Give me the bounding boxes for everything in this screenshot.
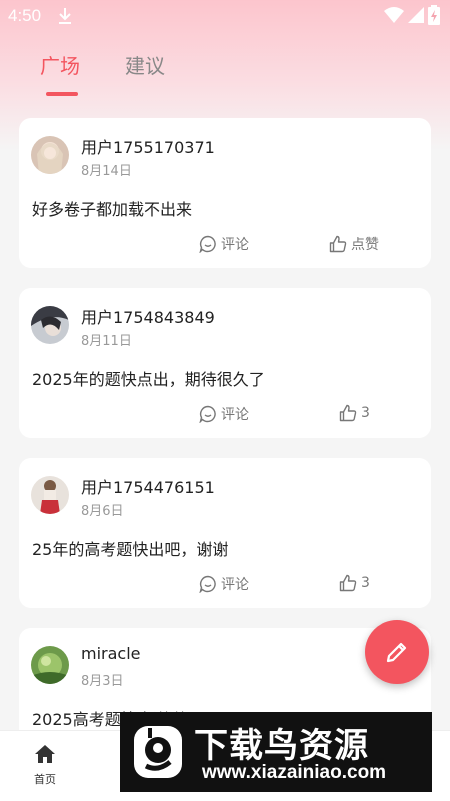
comment-button[interactable]: 评论 xyxy=(199,404,249,424)
tab-active-indicator xyxy=(46,92,78,96)
comment-icon xyxy=(199,235,216,253)
post-card[interactable]: 用户1755170371 8月14日 好多卷子都加载不出来 评论 点赞 xyxy=(19,118,431,268)
avatar[interactable] xyxy=(31,646,69,684)
like-button[interactable]: 3 xyxy=(339,574,370,592)
post-date: 8月14日 xyxy=(81,164,132,179)
comment-label: 评论 xyxy=(221,237,249,253)
post-username[interactable]: 用户1755170371 xyxy=(81,134,215,158)
post-card[interactable]: 用户1754476151 8月6日 25年的高考题快出吧，谢谢 评论 3 xyxy=(19,458,431,608)
watermark-url: www.xiazainiao.com xyxy=(202,762,387,783)
signal-icon xyxy=(408,7,424,23)
wifi-icon xyxy=(384,7,404,23)
watermark-banner: 下载鸟资源 www.xiazainiao.com xyxy=(120,712,432,792)
thumbs-up-icon xyxy=(339,404,357,422)
post-date: 8月3日 xyxy=(81,674,124,689)
comment-label: 评论 xyxy=(221,577,249,593)
comment-button[interactable]: 评论 xyxy=(199,574,249,594)
compose-post-button[interactable] xyxy=(365,620,429,684)
post-username[interactable]: 用户1754476151 xyxy=(81,474,215,498)
nav-home[interactable]: 首页 xyxy=(20,743,70,787)
like-count: 3 xyxy=(361,575,370,591)
post-date: 8月11日 xyxy=(81,334,132,349)
avatar[interactable] xyxy=(31,476,69,514)
post-content: 好多卷子都加载不出来 xyxy=(32,200,193,219)
home-icon xyxy=(35,745,55,763)
tab-bar: 广场 建议 xyxy=(0,40,450,100)
post-card[interactable]: 用户1754843849 8月11日 2025年的题快点出，期待很久了 评论 3 xyxy=(19,288,431,438)
thumbs-up-icon xyxy=(339,574,357,592)
avatar[interactable] xyxy=(31,306,69,344)
comment-icon xyxy=(199,575,216,593)
avatar[interactable] xyxy=(31,136,69,174)
like-button[interactable]: 点赞 xyxy=(329,234,379,254)
post-username[interactable]: miracle xyxy=(81,644,141,663)
post-content: 2025年的题快点出，期待很久了 xyxy=(32,370,265,389)
status-bar: 4:50 xyxy=(0,0,450,32)
status-time: 4:50 xyxy=(8,6,42,25)
comment-icon xyxy=(199,405,216,423)
thumbs-up-icon xyxy=(329,235,347,253)
post-content: 25年的高考题快出吧，谢谢 xyxy=(32,540,229,559)
pencil-icon xyxy=(386,642,407,663)
download-icon xyxy=(59,8,71,24)
like-count: 3 xyxy=(361,405,370,421)
post-username[interactable]: 用户1754843849 xyxy=(81,304,215,328)
watermark-title: 下载鸟资源 xyxy=(194,726,369,766)
like-label: 点赞 xyxy=(351,237,379,253)
comment-label: 评论 xyxy=(221,407,249,423)
bird-logo-icon xyxy=(134,726,182,778)
nav-home-label: 首页 xyxy=(34,773,56,786)
post-date: 8月6日 xyxy=(81,504,124,519)
tab-square[interactable]: 广场 xyxy=(40,50,80,79)
tab-suggestions[interactable]: 建议 xyxy=(125,50,165,79)
comment-button[interactable]: 评论 xyxy=(199,234,249,254)
like-button[interactable]: 3 xyxy=(339,404,370,422)
battery-icon xyxy=(428,5,440,25)
